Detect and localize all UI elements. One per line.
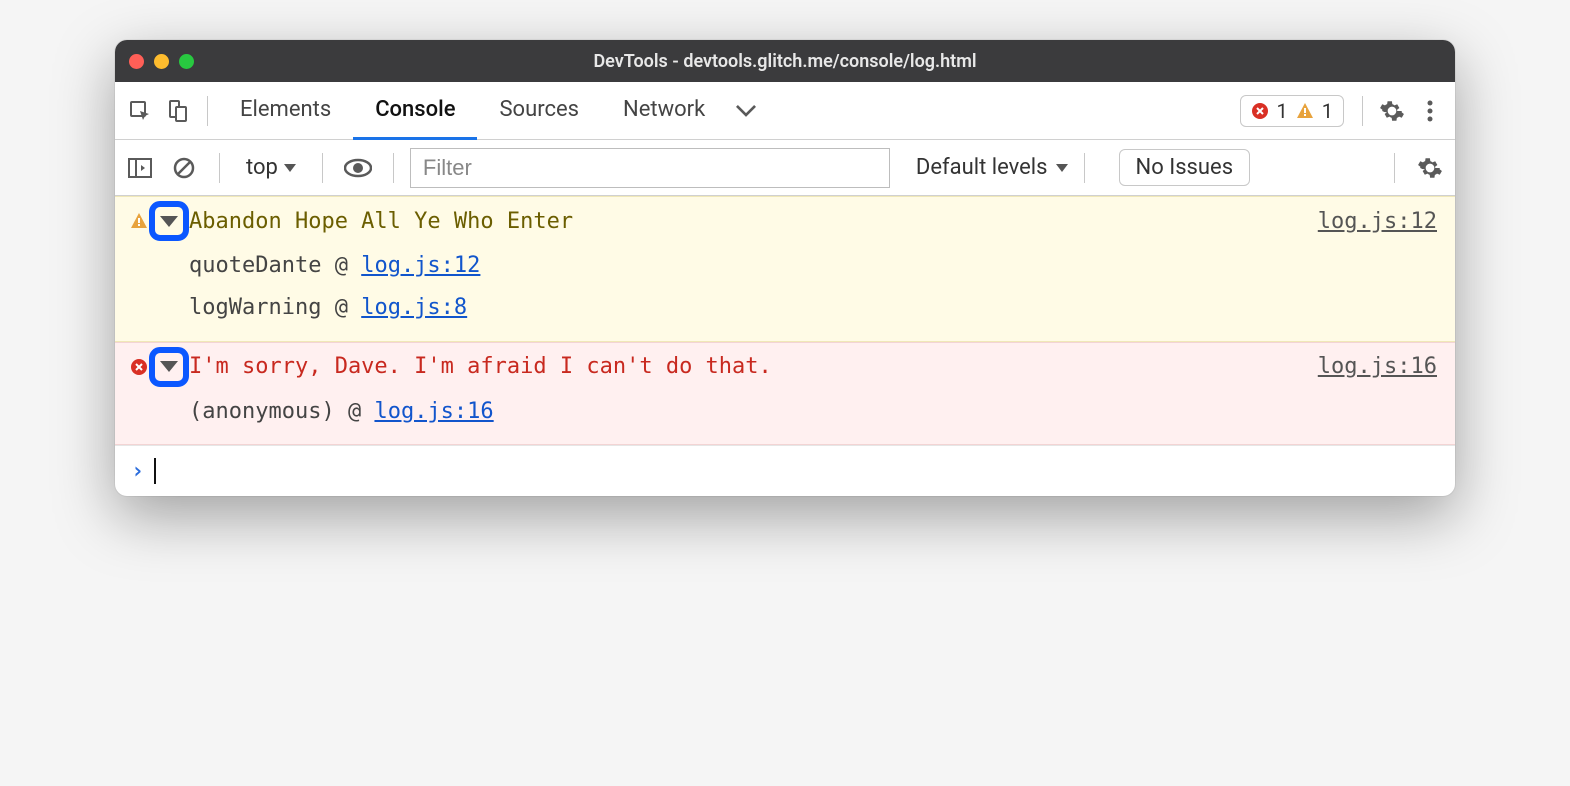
log-level-dropdown[interactable]: Default levels [916,155,1068,180]
clear-console-icon[interactable] [165,149,203,187]
divider [207,96,208,126]
main-tabbar: Elements Console Sources Network 1 1 [115,82,1455,140]
tab-elements[interactable]: Elements [218,82,353,140]
message-text: Abandon Hope All Ye Who Enter [189,209,1312,234]
console-message-warning: Abandon Hope All Ye Who Enter log.js:12 … [115,196,1455,342]
chevron-down-icon [160,216,178,227]
warning-icon [129,212,149,230]
stack-function: (anonymous) [189,399,335,424]
stack-trace: quoteDante @ log.js:12 logWarning @ log.… [129,245,1437,329]
stack-trace: (anonymous) @ log.js:16 [129,391,1437,433]
settings-icon[interactable] [1373,92,1411,130]
divider [322,153,323,183]
minimize-window-button[interactable] [154,54,169,69]
error-icon [129,358,149,376]
chevron-down-icon [1056,164,1068,172]
message-text: I'm sorry, Dave. I'm afraid I can't do t… [189,354,1312,379]
console-prompt[interactable]: › [115,445,1455,496]
issues-button[interactable]: No Issues [1119,149,1251,186]
source-link[interactable]: log.js:16 [1318,354,1437,379]
divider [393,153,394,183]
chevron-down-icon [284,164,296,172]
tab-network[interactable]: Network [601,82,727,140]
prompt-caret-icon: › [131,459,144,484]
more-tabs-icon[interactable] [727,92,765,130]
kebab-menu-icon[interactable] [1411,92,1449,130]
sidebar-toggle-icon[interactable] [121,149,159,187]
divider [1394,153,1395,183]
stack-frame: quoteDante @ log.js:12 [189,245,1437,287]
titlebar: DevTools - devtools.glitch.me/console/lo… [115,40,1455,82]
divider [1084,153,1085,183]
error-warning-badge[interactable]: 1 1 [1240,95,1345,127]
close-window-button[interactable] [129,54,144,69]
window-controls [129,54,194,69]
error-icon [1251,102,1269,120]
text-cursor [154,458,156,484]
chevron-down-icon [160,361,178,372]
device-toolbar-icon[interactable] [159,92,197,130]
tab-console[interactable]: Console [353,82,477,140]
console-output: Abandon Hope All Ye Who Enter log.js:12 … [115,196,1455,496]
devtools-window: DevTools - devtools.glitch.me/console/lo… [115,40,1455,496]
live-expression-icon[interactable] [339,149,377,187]
stack-frame: logWarning @ log.js:8 [189,287,1437,329]
stack-frame: (anonymous) @ log.js:16 [189,391,1437,433]
window-title: DevTools - devtools.glitch.me/console/lo… [115,51,1455,72]
expand-toggle[interactable] [155,207,183,235]
source-link[interactable]: log.js:12 [1318,209,1437,234]
stack-source-link[interactable]: log.js:12 [361,253,480,278]
execution-context-dropdown[interactable]: top [236,151,306,184]
warning-count: 1 [1322,99,1333,123]
maximize-window-button[interactable] [179,54,194,69]
divider [219,153,220,183]
expand-toggle[interactable] [155,353,183,381]
stack-source-link[interactable]: log.js:8 [361,295,467,320]
console-message-error: I'm sorry, Dave. I'm afraid I can't do t… [115,342,1455,446]
stack-source-link[interactable]: log.js:16 [374,399,493,424]
divider [1362,96,1363,126]
console-toolbar: top Default levels No Issues [115,140,1455,196]
warning-icon [1296,102,1314,120]
tab-sources[interactable]: Sources [477,82,601,140]
panel-tabs: Elements Console Sources Network [218,82,765,139]
error-count: 1 [1277,99,1288,123]
filter-input[interactable] [410,148,890,188]
stack-function: quoteDante [189,253,321,278]
log-level-label: Default levels [916,155,1048,180]
stack-function: logWarning [189,295,321,320]
inspect-element-icon[interactable] [121,92,159,130]
execution-context-label: top [246,155,278,180]
console-settings-icon[interactable] [1411,149,1449,187]
